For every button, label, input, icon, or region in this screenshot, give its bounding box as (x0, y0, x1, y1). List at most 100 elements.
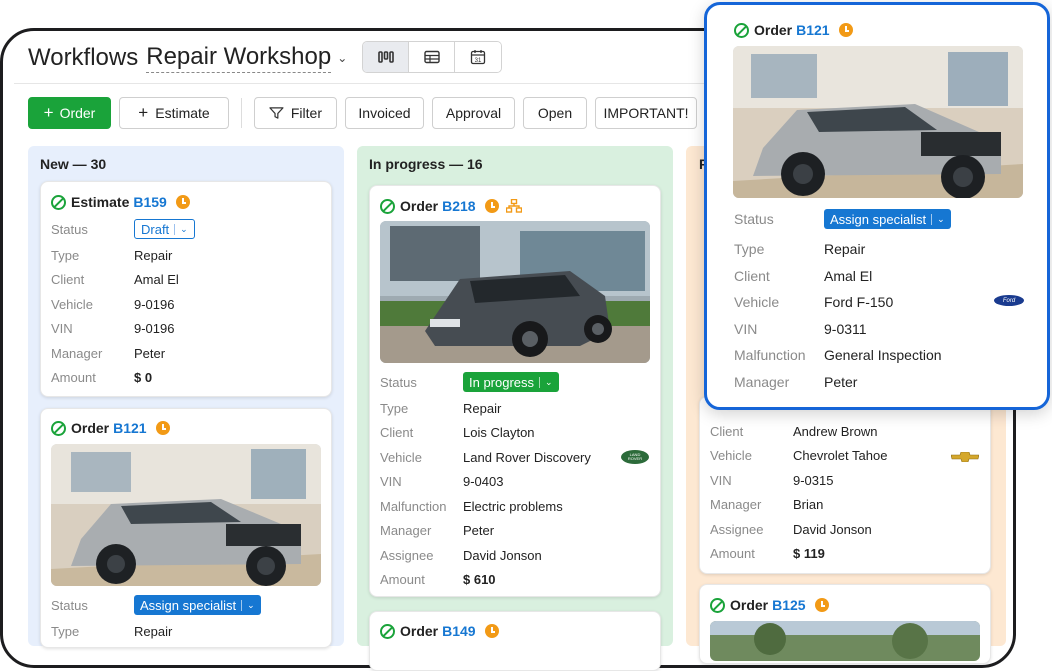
field-label: Manager (734, 373, 790, 390)
field-label: Manager (380, 523, 432, 538)
card-number[interactable]: B218 (442, 198, 475, 214)
field-row: Type Repair (734, 240, 865, 258)
field-row: Status Draft ⌄ (51, 219, 195, 239)
card-number[interactable]: B121 (113, 420, 146, 436)
field-label: Manager (710, 497, 762, 512)
field-label: Status (51, 221, 88, 237)
field-value: 9-0196 (134, 321, 175, 336)
field-value: Amal El (134, 272, 179, 287)
card-number[interactable]: B121 (796, 22, 829, 38)
card-header: Order B149 (380, 623, 499, 639)
page-header: Workflows Repair Workshop ⌄ (28, 42, 347, 74)
field-row: VIN 9-0403 (380, 473, 503, 491)
vehicle-photo (380, 221, 650, 363)
field-value: Andrew Brown (793, 423, 878, 439)
field-value: Lois Clayton (463, 425, 535, 440)
kanban-card[interactable]: Estimate B159 Status Draft ⌄ Type Repair Cl… (40, 181, 332, 397)
field-label: VIN (734, 320, 758, 337)
vehicle-photo (733, 46, 1023, 198)
field-value: $ 119 (793, 546, 825, 561)
field-label: VIN (710, 472, 732, 488)
field-row: Malfunction Electric problems (380, 497, 563, 515)
field-label: Amount (710, 546, 755, 561)
chip-important[interactable]: IMPORTANT! (595, 97, 697, 129)
field-row: VIN 9-0315 (710, 471, 833, 489)
card-kind: Order (71, 420, 110, 436)
field-label: Amount (51, 370, 96, 385)
field-label: VIN (51, 321, 73, 336)
field-label: VIN (380, 474, 402, 489)
kanban-card[interactable]: Order B149 (369, 611, 661, 671)
workflow-selector[interactable]: Repair Workshop (146, 43, 332, 73)
status-dropdown[interactable]: Assign specialist ⌄ (134, 595, 261, 615)
field-value: 9-0315 (793, 472, 834, 488)
field-value: Amal El (824, 267, 873, 284)
kanban-icon[interactable] (363, 42, 409, 72)
card-kind: Estimate (71, 194, 130, 210)
filter-button[interactable]: Filter (254, 97, 337, 129)
chevron-down-icon[interactable]: ⌄ (337, 51, 347, 65)
field-row: Status Assign specialist ⌄ (734, 209, 951, 229)
field-row: Type Repair (380, 399, 501, 417)
field-value: David Jonson (793, 521, 872, 537)
card-preview-popup[interactable]: Order B121 Status Assign specialist ⌄ For… (704, 2, 1050, 410)
field-value: 9-0311 (824, 320, 867, 337)
field-row: Vehicle 9-0196 (51, 295, 174, 313)
card-header: Order B218 (380, 198, 522, 214)
card-number[interactable]: B125 (772, 597, 805, 613)
field-value: $ 0 (134, 370, 153, 385)
table-icon[interactable] (409, 42, 455, 72)
chip-open[interactable]: Open (523, 97, 587, 129)
field-label: Assignee (380, 547, 434, 563)
status-dropdown[interactable]: Assign specialist ⌄ (824, 209, 951, 229)
field-row: Client Amal El (734, 267, 872, 285)
card-header: Order B121 (734, 22, 853, 38)
field-value: David Jonson (463, 547, 542, 563)
field-row: Client Andrew Brown (710, 422, 878, 440)
field-row: Status In progress ⌄ (380, 372, 559, 392)
no-entry-icon (51, 194, 66, 210)
view-switcher: 31 (362, 41, 502, 73)
status-value: In progress (469, 374, 535, 390)
field-row: Malfunction General Inspection (734, 346, 942, 364)
field-label: Client (734, 267, 770, 284)
column-title: In progress — 16 (369, 156, 483, 172)
field-value: Repair (463, 400, 502, 416)
card-number[interactable]: B149 (442, 623, 475, 639)
field-label: Vehicle (734, 294, 780, 310)
no-entry-icon (734, 22, 749, 38)
kanban-card[interactable]: Order B121 Status Assign specialist ⌄ Typ… (40, 408, 332, 648)
field-row: Manager Peter (51, 344, 165, 362)
field-value: 9-0196 (134, 296, 175, 312)
chip-invoiced[interactable]: Invoiced (345, 97, 424, 129)
field-row: Client Lois Clayton (380, 424, 535, 442)
chip-approval[interactable]: Approval (432, 97, 515, 129)
card-header: Order B125 (710, 597, 829, 613)
field-row: VIN 9-0311 (734, 320, 867, 338)
field-label: Assignee (710, 521, 764, 537)
calendar-icon[interactable]: 31 (455, 42, 501, 72)
add-order-button[interactable]: + Order (28, 97, 111, 129)
field-value: Electric problems (463, 498, 563, 514)
card-number[interactable]: B159 (133, 194, 166, 210)
no-entry-icon (380, 198, 395, 214)
chevron-down-icon: ⌄ (174, 223, 188, 235)
field-label: Client (380, 425, 414, 440)
status-dropdown[interactable]: Draft ⌄ (134, 219, 195, 239)
add-estimate-button[interactable]: + Estimate (119, 97, 229, 129)
field-value: Brian (793, 497, 824, 512)
kanban-card[interactable]: Client Andrew Brown Vehicle Chevrolet Tahoe… (699, 396, 991, 574)
field-value: General Inspection (824, 347, 942, 363)
field-label: Type (734, 241, 765, 257)
status-dropdown[interactable]: In progress ⌄ (463, 372, 559, 392)
field-label: Type (51, 623, 80, 639)
chevron-down-icon: ⌄ (241, 599, 255, 611)
field-label: Status (380, 374, 417, 390)
filter-label: Filter (290, 105, 322, 121)
field-label: Type (380, 400, 409, 416)
no-entry-icon (380, 623, 395, 639)
kanban-card[interactable]: Order B125 (699, 584, 991, 664)
field-label: Malfunction (380, 498, 447, 514)
status-value: Draft (141, 221, 170, 237)
kanban-card[interactable]: Order B218 Status In progress ⌄ LAND ROVER… (369, 185, 661, 597)
